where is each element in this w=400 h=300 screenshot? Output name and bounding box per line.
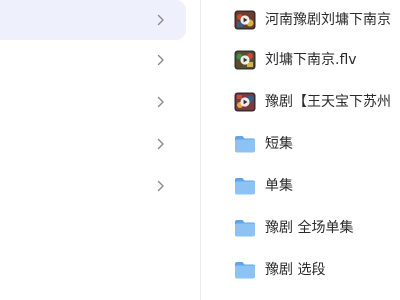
chevron-right-icon[interactable]	[154, 12, 168, 28]
folder-icon	[234, 260, 256, 280]
folder-icon	[234, 176, 256, 196]
tree-row[interactable]	[0, 40, 186, 80]
chevron-right-icon[interactable]	[154, 178, 168, 194]
video-thumbnail-icon	[234, 92, 256, 112]
file-name: 刘墉下南京.flv	[265, 52, 357, 68]
folder-tree-panel	[0, 0, 200, 300]
chevron-right-icon[interactable]	[154, 52, 168, 68]
folder-icon	[234, 218, 256, 238]
file-item-folder[interactable]: 豫剧 选段	[201, 250, 400, 292]
chevron-right-icon[interactable]	[154, 94, 168, 110]
chevron-right-icon[interactable]	[154, 136, 168, 152]
file-item-video[interactable]: 河南豫剧刘墉下南京	[201, 0, 400, 42]
file-name: 豫剧【王天宝下苏州	[265, 94, 391, 110]
file-name: 短集	[265, 136, 293, 152]
file-item-video[interactable]: 豫剧【王天宝下苏州	[201, 82, 400, 124]
file-item-folder[interactable]: 短集	[201, 124, 400, 166]
file-list-panel: 河南豫剧刘墉下南京 刘墉下南京.flv 豫剧【王天宝下苏州 短集 单集 豫剧 全…	[201, 0, 400, 300]
video-thumbnail-icon	[234, 50, 256, 70]
tree-row[interactable]	[0, 166, 186, 206]
tree-row-selected[interactable]	[0, 0, 186, 40]
file-name: 豫剧 全场单集	[265, 220, 354, 236]
file-item-folder[interactable]: 单集	[201, 166, 400, 208]
file-name: 单集	[265, 178, 293, 194]
tree-row[interactable]	[0, 124, 186, 164]
file-browser: 河南豫剧刘墉下南京 刘墉下南京.flv 豫剧【王天宝下苏州 短集 单集 豫剧 全…	[0, 0, 400, 300]
folder-icon	[234, 134, 256, 154]
file-name: 河南豫剧刘墉下南京	[265, 12, 391, 28]
tree-row[interactable]	[0, 82, 186, 122]
file-name: 豫剧 选段	[265, 262, 326, 278]
video-thumbnail-icon	[234, 10, 256, 30]
file-item-folder[interactable]: 豫剧 全场单集	[201, 208, 400, 250]
file-item-video[interactable]: 刘墉下南京.flv	[201, 40, 400, 82]
